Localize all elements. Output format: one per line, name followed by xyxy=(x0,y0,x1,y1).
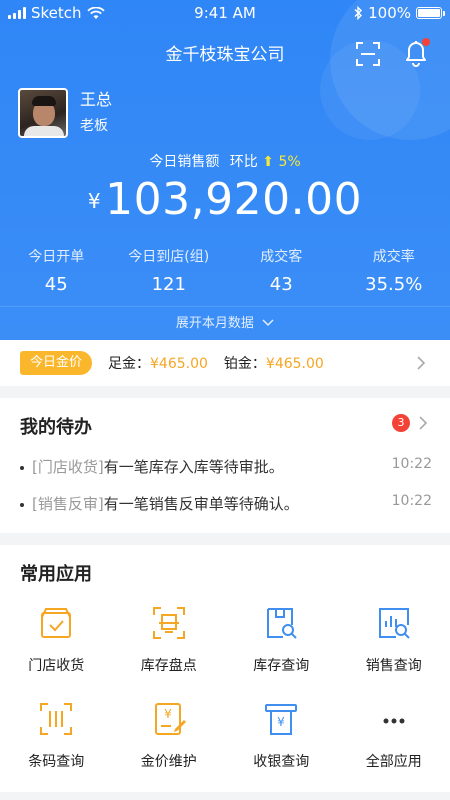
gold-price-edit-icon: ¥ xyxy=(154,703,186,735)
currency-symbol: ¥ xyxy=(87,189,102,213)
stat-label: 成交客 xyxy=(260,249,303,265)
gold-price-label: 铂金： xyxy=(223,356,266,372)
app-all-apps[interactable]: 全部应用 xyxy=(338,693,450,789)
store-receive-icon xyxy=(41,608,72,638)
stat-label: 成交率 xyxy=(372,249,415,265)
apps-title: 常用应用 xyxy=(20,564,92,585)
stat-label: 今日到店(组) xyxy=(128,249,210,265)
avatar xyxy=(18,88,68,138)
app-label: 金价维护 xyxy=(140,754,197,770)
todo-card: 我的待办 3 [门店收货]有一笔库存入库等待审批。 10:22 [销售反审]有一… xyxy=(0,398,450,533)
stat-value: 121 xyxy=(151,274,186,295)
stat-label: 今日开单 xyxy=(28,249,85,265)
todo-category: [门店收货] xyxy=(32,458,104,476)
todo-time: 10:22 xyxy=(391,456,432,472)
barcode-query-icon xyxy=(40,703,73,735)
expand-month-button[interactable]: 展开本月数据 xyxy=(0,306,450,340)
svg-text:¥: ¥ xyxy=(164,707,172,721)
apps-card: 常用应用 门店收货 库存盘点 库存查询 销售查询 条码查询 ¥ 金价维护 ¥ 收… xyxy=(0,545,450,792)
todo-item[interactable]: [销售反审]有一笔销售反审单等待确认。 10:22 xyxy=(20,493,432,514)
sales-amount-value: 103,920.00 xyxy=(105,174,363,225)
gold-price-item: 足金：¥465.00 xyxy=(108,353,208,373)
chevron-down-icon xyxy=(262,319,274,327)
bullet-icon xyxy=(20,502,24,507)
header-panel: Sketch 9:41 AM 100% 金千枝珠宝公司 王总 老板 今日销售额 … xyxy=(0,0,450,340)
gold-price-value: ¥465.00 xyxy=(150,356,208,372)
app-label: 条码查询 xyxy=(28,754,85,770)
gold-price-value: ¥465.00 xyxy=(265,356,324,372)
app-inventory-query[interactable]: 库存查询 xyxy=(225,597,338,693)
stats-row: 今日开单 45 今日到店(组) 121 成交客 43 成交率 35.5% xyxy=(0,246,450,295)
compare-value: 5% xyxy=(278,154,301,170)
compare-label: 环比 xyxy=(229,154,258,170)
stat-item: 成交客 43 xyxy=(225,246,338,295)
gold-price-label: 足金： xyxy=(108,356,151,372)
app-sales-query[interactable]: 销售查询 xyxy=(338,597,450,693)
todo-message: 有一笔库存入库等待审批。 xyxy=(103,458,284,476)
chevron-right-icon[interactable] xyxy=(414,414,432,432)
user-name: 王总 xyxy=(80,90,113,109)
todo-count-badge: 3 xyxy=(392,414,410,432)
sales-query-icon xyxy=(378,608,410,639)
user-role: 老板 xyxy=(80,118,108,134)
scan-icon[interactable] xyxy=(352,38,384,70)
apps-grid: 门店收货 库存盘点 库存查询 销售查询 条码查询 ¥ 金价维护 ¥ 收银查询 全… xyxy=(0,597,450,789)
gold-price-tag: 今日金价 xyxy=(20,351,93,375)
todo-item[interactable]: [门店收货]有一笔库存入库等待审批。 10:22 xyxy=(20,456,432,477)
app-label: 全部应用 xyxy=(365,754,422,770)
bullet-icon xyxy=(20,465,24,470)
battery-icon xyxy=(416,7,445,19)
svg-text:¥: ¥ xyxy=(277,715,285,729)
app-store-receive[interactable]: 门店收货 xyxy=(0,597,113,693)
sales-label: 今日销售额 xyxy=(149,154,220,170)
gold-price-bar[interactable]: 今日金价 足金：¥465.00 铂金：¥465.00 xyxy=(0,340,450,386)
todo-title: 我的待办 xyxy=(20,417,92,438)
inventory-check-icon xyxy=(152,607,185,639)
todo-category: [销售反审] xyxy=(32,495,104,513)
expand-label: 展开本月数据 xyxy=(175,316,254,331)
stat-value: 45 xyxy=(44,274,68,295)
app-label: 销售查询 xyxy=(365,658,422,674)
stat-value: 35.5% xyxy=(365,274,423,295)
app-label: 库存盘点 xyxy=(140,658,197,674)
bottom-spacer xyxy=(0,792,450,800)
stat-item: 今日开单 45 xyxy=(0,246,113,295)
arrow-up-icon: ⬆ xyxy=(262,154,274,170)
battery-percent: 100% xyxy=(368,4,411,22)
more-icon xyxy=(383,718,405,724)
sales-amount: ¥103,920.00 xyxy=(0,174,450,225)
todo-time: 10:22 xyxy=(391,493,432,509)
stat-item: 今日到店(组) 121 xyxy=(113,246,226,295)
cashier-query-icon: ¥ xyxy=(265,704,298,735)
user-profile[interactable]: 王总 老板 xyxy=(18,88,112,138)
app-gold-price-edit[interactable]: ¥ 金价维护 xyxy=(113,693,226,789)
app-label: 收银查询 xyxy=(253,754,310,770)
sales-label-row: 今日销售额 环比 ⬆ 5% xyxy=(0,151,450,171)
app-label: 门店收货 xyxy=(28,658,85,674)
app-inventory-check[interactable]: 库存盘点 xyxy=(113,597,226,693)
app-barcode-query[interactable]: 条码查询 xyxy=(0,693,113,789)
inventory-query-icon xyxy=(267,608,297,639)
bell-icon[interactable] xyxy=(400,36,432,70)
status-bar: Sketch 9:41 AM 100% xyxy=(0,0,450,26)
stat-value: 43 xyxy=(269,274,293,295)
gold-price-item: 铂金：¥465.00 xyxy=(224,353,324,373)
todo-message: 有一笔销售反审单等待确认。 xyxy=(103,495,299,513)
bluetooth-icon xyxy=(354,6,363,20)
app-cashier-query[interactable]: ¥ 收银查询 xyxy=(225,693,338,789)
chevron-right-icon[interactable] xyxy=(412,354,430,372)
nav-bar: 金千枝珠宝公司 xyxy=(0,30,450,74)
app-label: 库存查询 xyxy=(253,658,310,674)
stat-item: 成交率 35.5% xyxy=(338,246,450,295)
